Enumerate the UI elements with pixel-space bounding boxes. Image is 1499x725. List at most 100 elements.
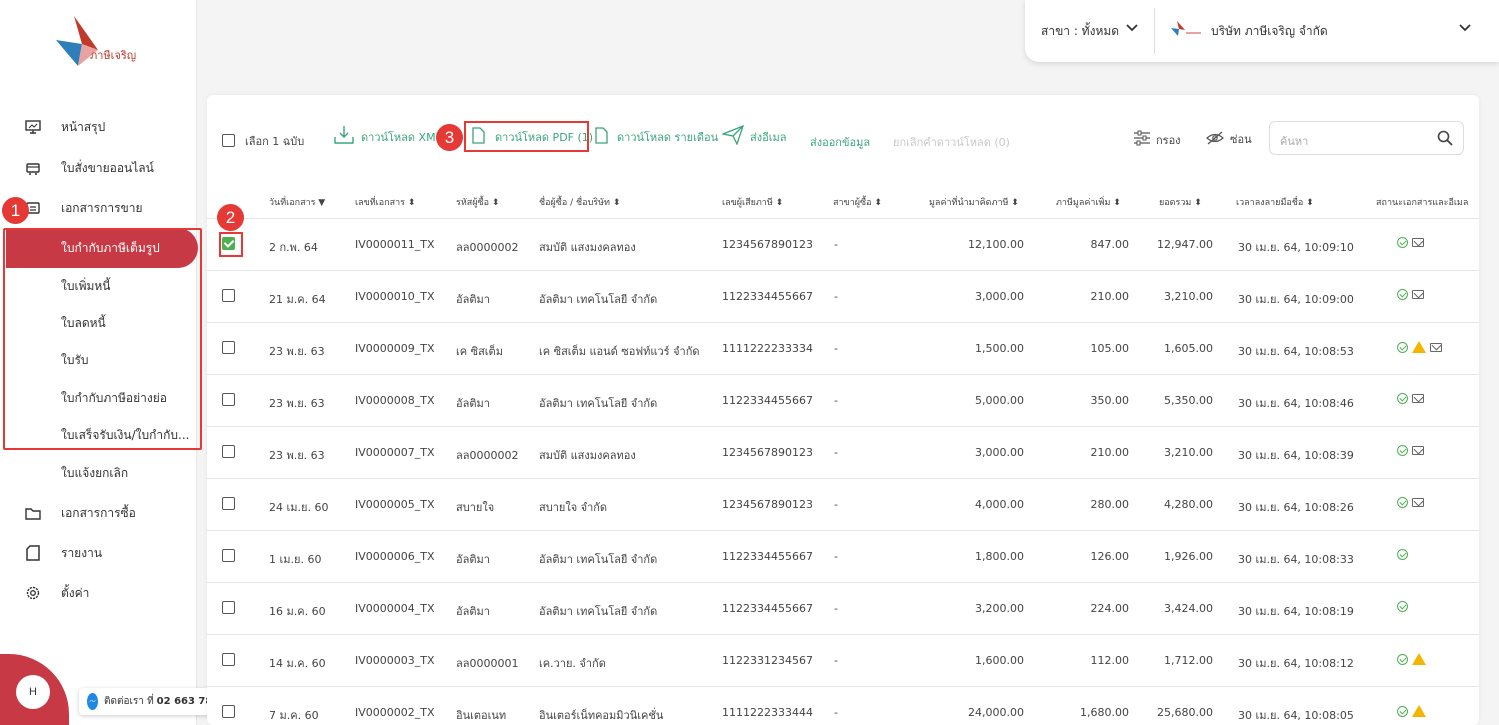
send-email-label: ส่งอีเมล [750,130,787,144]
cell-vat: 847.00 [1090,238,1130,251]
row-checkbox[interactable] [222,549,235,562]
cell-vat: 105.00 [1090,342,1130,355]
column-header-total[interactable]: ยอดรวม ⬍ [1159,195,1202,209]
sidebar-item-reports[interactable]: รายงาน [0,534,197,572]
cell-sign-time: 30 เม.ย. 64, 10:08:12 [1238,657,1354,670]
column-header-date[interactable]: วันที่เอกสาร ▼ [269,195,325,209]
column-header-tax-id[interactable]: เลขผู้เสียภาษี ⬍ [722,195,783,209]
row-checkbox[interactable] [222,601,235,614]
row-checkbox[interactable] [222,653,235,666]
cell-buyer-name: เค.วาย. จำกัด [539,657,606,670]
table-row[interactable]: 2 ก.พ. 64 IV0000011_TX ลล0000002 สมบัติ แสง… [207,218,1479,270]
sidebar-item-settings[interactable]: ตั้งค่า [0,574,197,612]
column-header-doc-number[interactable]: เลขที่เอกสาร ⬍ [355,195,415,209]
sidebar-item-label: ใบสั่งขายออนไลน์ [61,160,154,175]
invoice-table-card: เลือก 1 ฉบับ ดาวน์โหลด XML ดาวน์โหลด PDF… [207,95,1479,725]
chevron-down-icon[interactable] [1126,21,1138,35]
eye-off-icon [1206,131,1224,148]
cell-branch: - [834,498,838,511]
cell-taxable-amount: 4,000.00 [975,498,1024,511]
download-monthly-label: ดาวน์โหลด รายเดือน [617,131,719,144]
cell-vat: 112.00 [1090,654,1130,667]
company-logo-icon [1171,20,1203,41]
table-row[interactable]: 1 เม.ย. 60 IV0000006_TX อัลติมา อัลติมา เทค… [207,530,1479,582]
sidebar-item-cancellation-notice[interactable]: ใบแจ้งยกเลิก [0,454,197,492]
sidebar-item-online-orders[interactable]: ใบสั่งขายออนไลน์ [0,149,197,187]
sidebar-item-summary[interactable]: หน้าสรุป [0,108,197,146]
cell-branch: - [834,394,838,407]
column-header-branch[interactable]: สาขาผู้ซื้อ ⬍ [833,195,882,209]
export-button[interactable]: ส่งออกข้อมูล [810,133,870,151]
table-row[interactable]: 7 ม.ค. 60 IV0000002_TX อินเตอเนท อินเตอร์เน… [207,686,1479,725]
cell-doc-number: IV0000010_TX [355,290,435,303]
download-xml-button[interactable]: ดาวน์โหลด XML [333,125,442,148]
table-row[interactable]: 23 พ.ย. 63 IV0000009_TX เค ซิสเต็ม เค ซิสเต… [207,322,1479,374]
file-icon [595,127,608,147]
download-monthly-button[interactable]: ดาวน์โหลด รายเดือน [595,127,718,147]
cell-sign-time: 30 เม.ย. 64, 10:08:46 [1238,397,1354,410]
cell-sign-time: 30 เม.ย. 64, 10:08:53 [1238,345,1354,358]
column-header-buyer-code[interactable]: รหัสผู้ซื้อ ⬍ [456,195,499,209]
cell-buyer-name: สบายใจ จำกัด [539,501,608,514]
cell-doc-number: IV0000007_TX [355,446,435,459]
table-row[interactable]: 23 พ.ย. 63 IV0000008_TX อัลติมา อัลติมา เทค… [207,374,1479,426]
column-header-status: สถานะเอกสารและอีเมล [1376,198,1469,208]
cancel-download-button[interactable]: ยกเลิกคำดาวน์โหลด (0) [893,133,1010,151]
row-checkbox[interactable] [222,289,235,302]
folder-icon [24,504,42,522]
company-selector[interactable]: บริษัท ภาษีเจริญ จำกัด [1211,22,1328,41]
company-logo[interactable]: ภาษีเจริญ [52,14,162,68]
table-row[interactable]: 16 ม.ค. 60 IV0000004_TX อัลติมา อัลติมา เทค… [207,582,1479,634]
table-row[interactable]: 24 เม.ย. 60 IV0000005_TX สบายใจ สบายใจ จำกั… [207,478,1479,530]
cell-buyer-code: อินเตอเนท [456,709,507,722]
column-header-vat[interactable]: ภาษีมูลค่าเพิ่ม ⬍ [1056,195,1121,209]
table-row[interactable]: 21 ม.ค. 64 IV0000010_TX อัลติมา อัลติมา เทค… [207,270,1479,322]
cell-vat: 224.00 [1090,602,1130,615]
table-row[interactable]: 23 พ.ย. 63 IV0000007_TX ลล0000002 สมบัติ แส… [207,426,1479,478]
cell-date: 1 เม.ย. 60 [269,553,322,566]
row-checkbox[interactable] [222,497,235,510]
cell-branch: - [834,706,838,719]
row-checkbox[interactable] [222,341,235,354]
cell-tax-id: 1234567890123 [722,446,813,459]
branch-selector[interactable]: สาขา : ทั้งหมด [1041,22,1119,41]
row-checkbox[interactable] [222,393,235,406]
sidebar-item-sales-docs[interactable]: เอกสารการขาย [0,189,197,227]
column-header-taxable-amount[interactable]: มูลค่าที่นำมาคิดภาษี ⬍ [929,195,1019,209]
select-all-checkbox[interactable] [222,134,235,147]
status-icons [1397,445,1424,456]
cell-sign-time: 30 เม.ย. 64, 10:08:05 [1238,709,1354,722]
cell-total: 3,424.00 [1164,602,1213,615]
search-icon[interactable] [1437,130,1453,149]
table-row[interactable]: 14 ม.ค. 60 IV0000003_TX ลล0000001 เค.วาย. จ… [207,634,1479,686]
cell-taxable-amount: 1,600.00 [975,654,1024,667]
avatar[interactable]: H [16,675,50,709]
contact-chip[interactable]: ติดต่อเรา ที่ 02 663 7895 [79,688,226,715]
sidebar-item-purchase-docs[interactable]: เอกสารการซื้อ [0,494,197,532]
cell-buyer-name: อินเตอร์เน็ทคอมมิวนิเคชั่น [539,709,664,722]
mail-icon [1412,290,1424,299]
cell-doc-number: IV0000009_TX [355,342,435,355]
cell-date: 16 ม.ค. 60 [269,605,326,618]
column-header-sign-time[interactable]: เวลาลงลายมือชื่อ ⬍ [1236,195,1314,209]
row-checkbox[interactable] [222,445,235,458]
hide-button[interactable]: ซ่อน [1206,130,1252,148]
sidebar-item-label: ตั้งค่า [61,585,90,600]
cell-doc-number: IV0000003_TX [355,654,435,667]
chevron-down-icon[interactable] [1459,21,1471,35]
cell-buyer-code: อัลติมา [456,605,490,618]
cell-doc-number: IV0000004_TX [355,602,435,615]
search-input[interactable]: ค้นหา [1269,121,1464,155]
cell-buyer-code: เค ซิสเต็ม [456,345,503,358]
cell-buyer-name: เค ซิสเต็ม แอนด์ ซอฟท์แวร์ จำกัด [539,345,700,358]
check-circle-icon [1397,393,1408,404]
send-email-button[interactable]: ส่งอีเมล [720,124,787,148]
row-checkbox[interactable] [222,705,235,718]
contact-label: ติดต่อเรา ที่ [104,696,154,707]
filter-button[interactable]: กรอง [1133,130,1181,149]
header-panel: สาขา : ทั้งหมด บริษัท ภาษีเจริญ จำกัด [1025,0,1499,62]
cell-vat: 350.00 [1090,394,1130,407]
cell-sign-time: 30 เม.ย. 64, 10:09:00 [1238,293,1354,306]
warning-icon [1412,705,1426,717]
column-header-buyer-name[interactable]: ชื่อผู้ซื้อ / ชื่อบริษัท ⬍ [539,195,620,209]
